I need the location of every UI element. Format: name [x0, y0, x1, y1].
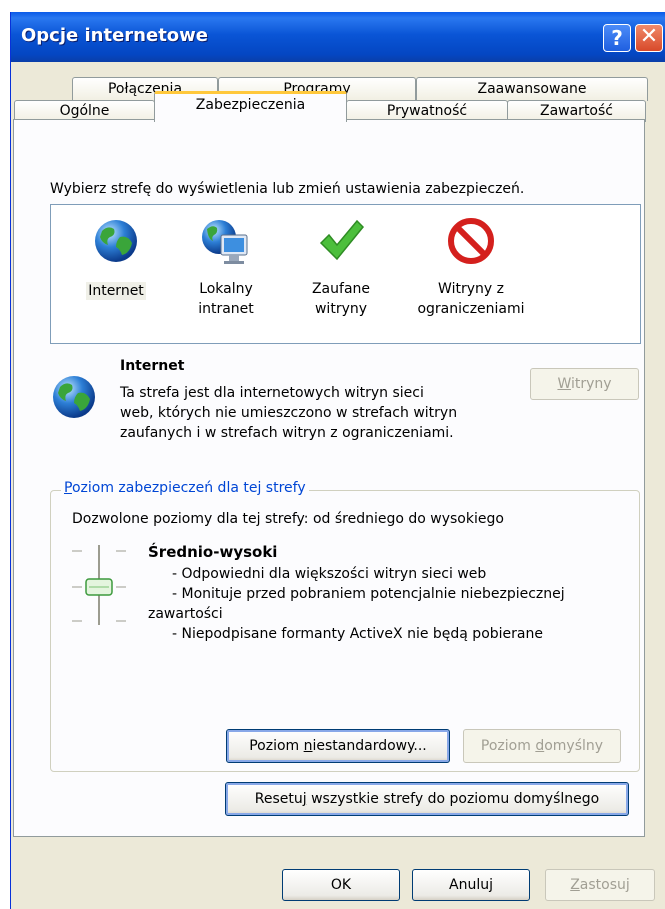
level-detail-1: - Odpowiedni dla większości witryn sieci… [172, 566, 487, 582]
title-bar[interactable]: Opcje internetowe ? ✕ [11, 12, 665, 62]
reset-text-before: Resetu [254, 791, 303, 807]
level-name: Średnio-wysoki [148, 543, 278, 561]
zone-label-line1: Zaufane [311, 281, 371, 297]
cancel-button[interactable]: Anuluj [412, 869, 530, 901]
zone-label: Internet [86, 282, 146, 300]
custom-level-text-before: Poziom [249, 738, 304, 754]
apply-text-after: astosuj [579, 877, 630, 893]
zone-label-line2: intranet [198, 301, 254, 317]
sites-button[interactable]: Witryny [530, 368, 639, 400]
legend-text: oziom zabezpieczeń dla tej strefy [71, 480, 306, 496]
level-detail-3: zawartości [148, 606, 223, 622]
default-level-text-after: omyślny [544, 738, 604, 754]
apply-accel: Z [570, 877, 580, 893]
default-level-accel: d [535, 738, 545, 754]
default-level-button[interactable]: Poziom domyślny [463, 729, 621, 763]
zone-label-line2: witryny [314, 301, 368, 317]
zone-info-desc-line3: zaufanych i w strefach witryn z ogranicz… [120, 425, 454, 441]
selected-zone-globe-icon [53, 376, 95, 418]
sites-button-text-after: itryny [570, 376, 612, 392]
restricted-icon [448, 218, 494, 264]
allowed-levels-text: Dozwolone poziomy dla tej strefy: od śre… [72, 511, 504, 527]
zone-trusted-sites[interactable]: Zaufane witryny [286, 217, 396, 319]
zone-prompt: Wybierz strefę do wyświetlenia lub zmień… [50, 181, 525, 197]
tab-security[interactable]: Zabezpieczenia [154, 91, 347, 122]
reset-text-after: wszystkie strefy do poziomu domyślnego [306, 791, 600, 807]
zone-label-line1: Lokalny [199, 281, 253, 297]
custom-level-text-after: iestandardowy... [312, 738, 427, 754]
computer-globe-icon [202, 220, 248, 264]
level-detail-4: - Niepodpisane formanty ActiveX nie będą… [172, 626, 543, 642]
custom-level-button[interactable]: Poziom niestandardowy... [226, 729, 450, 763]
custom-level-accel: n [303, 738, 313, 754]
checkmark-icon [319, 219, 365, 261]
zone-label-line2: ograniczeniami [417, 301, 525, 317]
default-level-text-before: Poziom [480, 738, 536, 754]
sites-button-accel: W [557, 376, 571, 392]
zone-internet[interactable]: Internet [61, 217, 171, 301]
zone-list[interactable]: Internet Lokalny intranet Zaufane witryn… [50, 204, 641, 344]
close-button[interactable]: ✕ [635, 24, 663, 52]
help-button[interactable]: ? [603, 24, 631, 52]
ok-button[interactable]: OK [282, 869, 400, 901]
tab-advanced[interactable]: Zaawansowane [416, 77, 648, 101]
apply-button[interactable]: Zastosuj [545, 869, 655, 901]
security-level-legend: Poziom zabezpieczeń dla tej strefy [61, 480, 309, 496]
zone-info-desc-line1: Ta strefa jest dla internetowych witryn … [120, 385, 424, 401]
zone-info-desc-line2: web, których nie umieszczono w strefach … [120, 405, 458, 421]
zone-local-intranet[interactable]: Lokalny intranet [171, 217, 281, 319]
globe-icon [95, 220, 137, 262]
level-detail-2: - Monituje przed pobraniem potencjalnie … [172, 586, 565, 602]
legend-accel: P [64, 480, 72, 496]
zone-info-title: Internet [120, 358, 185, 374]
window-title: Opcje internetowe [21, 25, 209, 46]
zone-label-line1: Witryny z [438, 281, 504, 297]
zone-restricted-sites[interactable]: Witryny z ograniczeniami [406, 217, 536, 319]
security-level-slider[interactable] [72, 543, 132, 628]
reset-all-zones-button[interactable]: Resetuj wszystkie strefy do poziomu domy… [225, 782, 629, 816]
